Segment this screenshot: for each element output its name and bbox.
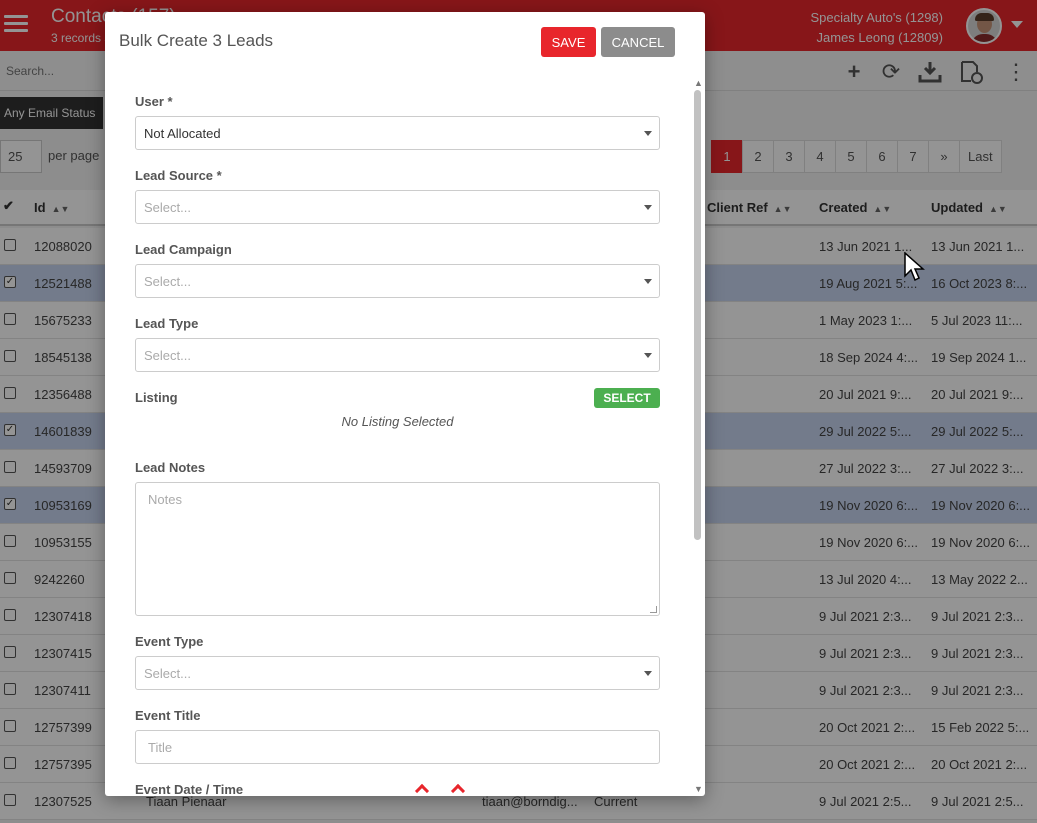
cancel-button[interactable]: CANCEL: [601, 27, 675, 57]
user-select-value: Not Allocated: [144, 126, 221, 141]
scroll-down-icon[interactable]: ▼: [694, 784, 703, 794]
event-type-label: Event Type: [135, 634, 204, 649]
event-title-input[interactable]: Title: [135, 730, 660, 764]
user-label: User *: [135, 94, 173, 109]
dialog-title: Bulk Create 3 Leads: [119, 31, 274, 50]
lead-campaign-label: Lead Campaign: [135, 242, 232, 257]
lead-source-placeholder: Select...: [144, 200, 191, 215]
bulk-create-leads-dialog: Bulk Create 3 Leads SAVE CANCEL User * N…: [105, 12, 705, 796]
chevron-down-icon: [644, 353, 652, 358]
save-button[interactable]: SAVE: [541, 27, 596, 57]
chevron-down-icon: [644, 279, 652, 284]
resize-handle-icon[interactable]: [650, 606, 657, 613]
chevron-down-icon: [644, 671, 652, 676]
scroll-up-icon[interactable]: ▲: [694, 78, 703, 88]
lead-type-select[interactable]: Select...: [135, 338, 660, 372]
lead-type-label: Lead Type: [135, 316, 199, 331]
lead-notes-textarea[interactable]: Notes: [135, 482, 660, 616]
lead-type-placeholder: Select...: [144, 348, 191, 363]
dialog-scrollbar[interactable]: ▲ ▼: [692, 76, 704, 796]
lead-campaign-placeholder: Select...: [144, 274, 191, 289]
event-title-placeholder: Title: [148, 740, 173, 755]
event-type-placeholder: Select...: [144, 666, 191, 681]
chevron-down-icon: [644, 205, 652, 210]
chevron-down-icon: [644, 131, 652, 136]
event-title-label: Event Title: [135, 708, 201, 723]
lead-source-select[interactable]: Select...: [135, 190, 660, 224]
event-type-select[interactable]: Select...: [135, 656, 660, 690]
no-listing-text: No Listing Selected: [341, 414, 454, 429]
user-select[interactable]: Not Allocated: [135, 116, 660, 150]
lead-notes-placeholder: Notes: [148, 492, 182, 507]
scrollbar-thumb[interactable]: [694, 90, 701, 540]
lead-source-label: Lead Source *: [135, 168, 222, 183]
lead-campaign-select[interactable]: Select...: [135, 264, 660, 298]
chevron-up-icon[interactable]: [414, 783, 430, 796]
chevron-up-icon[interactable]: [450, 783, 466, 796]
listing-select-button[interactable]: SELECT: [594, 388, 660, 408]
lead-notes-label: Lead Notes: [135, 460, 206, 475]
dialog-body: User * Not Allocated Lead Source * Selec…: [105, 76, 690, 796]
event-datetime-label: Event Date / Time: [135, 782, 244, 796]
listing-label: Listing: [135, 390, 178, 405]
